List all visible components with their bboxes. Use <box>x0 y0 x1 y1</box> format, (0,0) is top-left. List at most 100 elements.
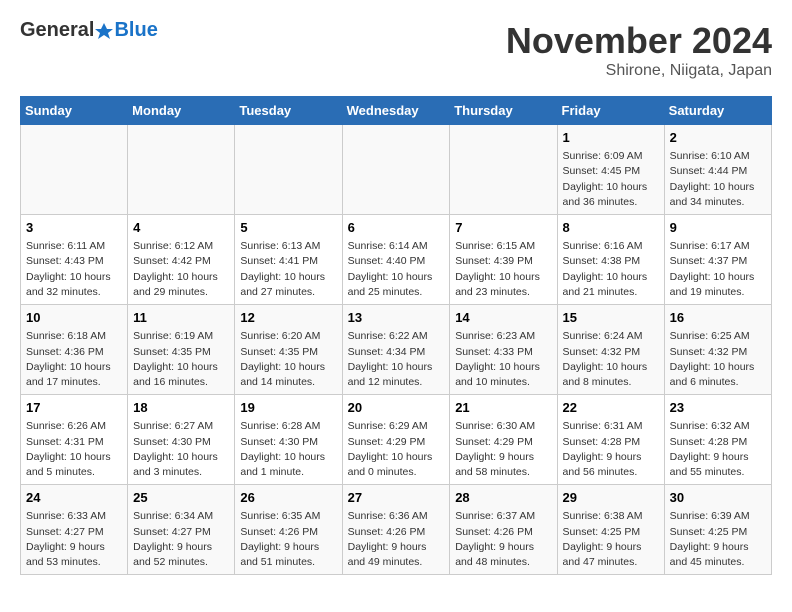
day-number: 8 <box>563 219 659 237</box>
calendar-cell: 12Sunrise: 6:20 AM Sunset: 4:35 PM Dayli… <box>235 305 342 395</box>
header-row: SundayMondayTuesdayWednesdayThursdayFrid… <box>21 97 772 125</box>
calendar-cell: 28Sunrise: 6:37 AM Sunset: 4:26 PM Dayli… <box>450 485 557 575</box>
calendar-cell: 4 Sunrise: 6:12 AM Sunset: 4:42 PM Daylig… <box>128 215 235 305</box>
logo-blue: Blue <box>114 19 157 41</box>
day-number: 22 <box>563 399 659 417</box>
day-info: Sunrise: 6:38 AM Sunset: 4:25 PM Dayligh… <box>563 509 659 570</box>
page-title: November 2024 <box>506 20 772 62</box>
day-info: Sunrise: 6:19 AM Sunset: 4:35 PM Dayligh… <box>133 329 229 390</box>
day-info: Sunrise: 6:18 AM Sunset: 4:36 PM Dayligh… <box>26 329 122 390</box>
day-number: 7 <box>455 219 551 237</box>
day-number: 3 <box>26 219 122 237</box>
calendar-cell: 1 Sunrise: 6:09 AM Sunset: 4:45 PM Daylig… <box>557 125 664 215</box>
week-row: 10 Sunrise: 6:18 AM Sunset: 4:36 PM Dayli… <box>21 305 772 395</box>
day-number: 20 <box>348 399 445 417</box>
day-info: Sunrise: 6:25 AM Sunset: 4:32 PM Dayligh… <box>670 329 766 390</box>
day-info: Sunrise: 6:23 AM Sunset: 4:33 PM Dayligh… <box>455 329 551 390</box>
day-number: 29 <box>563 489 659 507</box>
day-header-sunday: Sunday <box>21 97 128 125</box>
day-number: 13 <box>348 309 445 327</box>
week-row: 3 Sunrise: 6:11 AM Sunset: 4:43 PM Daylig… <box>21 215 772 305</box>
page-header: General Blue November 2024 Shirone, Niiga… <box>20 20 772 80</box>
day-number: 11 <box>133 309 229 327</box>
calendar-cell <box>450 125 557 215</box>
logo: General Blue <box>20 20 158 40</box>
day-info: Sunrise: 6:22 AM Sunset: 4:34 PM Dayligh… <box>348 329 445 390</box>
day-number: 6 <box>348 219 445 237</box>
calendar-cell: 20 Sunrise: 6:29 AM Sunset: 4:29 PM Dayli… <box>342 395 450 485</box>
day-info: Sunrise: 6:14 AM Sunset: 4:40 PM Dayligh… <box>348 239 445 300</box>
logo-text: General Blue <box>20 20 158 40</box>
day-header-monday: Monday <box>128 97 235 125</box>
calendar-cell: 29 Sunrise: 6:38 AM Sunset: 4:25 PM Dayli… <box>557 485 664 575</box>
calendar-cell: 2 Sunrise: 6:10 AM Sunset: 4:44 PM Daylig… <box>664 125 771 215</box>
day-header-saturday: Saturday <box>664 97 771 125</box>
day-info: Sunrise: 6:30 AM Sunset: 4:29 PM Dayligh… <box>455 419 551 480</box>
calendar-cell: 11 Sunrise: 6:19 AM Sunset: 4:35 PM Dayli… <box>128 305 235 395</box>
day-info: Sunrise: 6:24 AM Sunset: 4:32 PM Dayligh… <box>563 329 659 390</box>
calendar-table: SundayMondayTuesdayWednesdayThursdayFrid… <box>20 96 772 575</box>
calendar-cell: 17Sunrise: 6:26 AM Sunset: 4:31 PM Dayli… <box>21 395 128 485</box>
calendar-cell: 26Sunrise: 6:35 AM Sunset: 4:26 PM Dayli… <box>235 485 342 575</box>
page-subtitle: Shirone, Niigata, Japan <box>506 62 772 80</box>
day-info: Sunrise: 6:39 AM Sunset: 4:25 PM Dayligh… <box>670 509 766 570</box>
day-number: 26 <box>240 489 336 507</box>
day-number: 2 <box>670 129 766 147</box>
day-info: Sunrise: 6:34 AM Sunset: 4:27 PM Dayligh… <box>133 509 229 570</box>
calendar-cell: 16 Sunrise: 6:25 AM Sunset: 4:32 PM Dayli… <box>664 305 771 395</box>
day-info: Sunrise: 6:27 AM Sunset: 4:30 PM Dayligh… <box>133 419 229 480</box>
calendar-cell: 3 Sunrise: 6:11 AM Sunset: 4:43 PM Daylig… <box>21 215 128 305</box>
calendar-cell: 7Sunrise: 6:15 AM Sunset: 4:39 PM Daylig… <box>450 215 557 305</box>
day-number: 16 <box>670 309 766 327</box>
day-number: 15 <box>563 309 659 327</box>
logo-flag-icon <box>95 22 113 40</box>
calendar-cell: 23 Sunrise: 6:32 AM Sunset: 4:28 PM Dayli… <box>664 395 771 485</box>
title-area: November 2024 Shirone, Niigata, Japan <box>506 20 772 80</box>
day-number: 12 <box>240 309 336 327</box>
day-number: 19 <box>240 399 336 417</box>
day-number: 23 <box>670 399 766 417</box>
calendar-cell: 8Sunrise: 6:16 AM Sunset: 4:38 PM Daylig… <box>557 215 664 305</box>
calendar-cell: 9 Sunrise: 6:17 AM Sunset: 4:37 PM Daylig… <box>664 215 771 305</box>
calendar-cell <box>235 125 342 215</box>
day-number: 17 <box>26 399 122 417</box>
day-number: 1 <box>563 129 659 147</box>
day-number: 10 <box>26 309 122 327</box>
calendar-cell <box>21 125 128 215</box>
day-number: 27 <box>348 489 445 507</box>
day-info: Sunrise: 6:31 AM Sunset: 4:28 PM Dayligh… <box>563 419 659 480</box>
day-number: 21 <box>455 399 551 417</box>
day-number: 4 <box>133 219 229 237</box>
calendar-cell: 14Sunrise: 6:23 AM Sunset: 4:33 PM Dayli… <box>450 305 557 395</box>
day-header-friday: Friday <box>557 97 664 125</box>
logo-general: General <box>20 19 94 41</box>
week-row: 1 Sunrise: 6:09 AM Sunset: 4:45 PM Daylig… <box>21 125 772 215</box>
day-info: Sunrise: 6:09 AM Sunset: 4:45 PM Dayligh… <box>563 149 659 210</box>
day-info: Sunrise: 6:13 AM Sunset: 4:41 PM Dayligh… <box>240 239 336 300</box>
day-info: Sunrise: 6:28 AM Sunset: 4:30 PM Dayligh… <box>240 419 336 480</box>
day-number: 25 <box>133 489 229 507</box>
day-header-thursday: Thursday <box>450 97 557 125</box>
calendar-cell: 5 Sunrise: 6:13 AM Sunset: 4:41 PM Daylig… <box>235 215 342 305</box>
week-row: 17Sunrise: 6:26 AM Sunset: 4:31 PM Dayli… <box>21 395 772 485</box>
calendar-cell: 15 Sunrise: 6:24 AM Sunset: 4:32 PM Dayli… <box>557 305 664 395</box>
day-info: Sunrise: 6:29 AM Sunset: 4:29 PM Dayligh… <box>348 419 445 480</box>
day-info: Sunrise: 6:17 AM Sunset: 4:37 PM Dayligh… <box>670 239 766 300</box>
day-info: Sunrise: 6:37 AM Sunset: 4:26 PM Dayligh… <box>455 509 551 570</box>
day-info: Sunrise: 6:32 AM Sunset: 4:28 PM Dayligh… <box>670 419 766 480</box>
calendar-cell: 22 Sunrise: 6:31 AM Sunset: 4:28 PM Dayli… <box>557 395 664 485</box>
day-header-tuesday: Tuesday <box>235 97 342 125</box>
day-info: Sunrise: 6:10 AM Sunset: 4:44 PM Dayligh… <box>670 149 766 210</box>
calendar-header: SundayMondayTuesdayWednesdayThursdayFrid… <box>21 97 772 125</box>
calendar-cell: 19 Sunrise: 6:28 AM Sunset: 4:30 PM Dayli… <box>235 395 342 485</box>
day-info: Sunrise: 6:12 AM Sunset: 4:42 PM Dayligh… <box>133 239 229 300</box>
calendar-cell: 13 Sunrise: 6:22 AM Sunset: 4:34 PM Dayli… <box>342 305 450 395</box>
calendar-cell: 24Sunrise: 6:33 AM Sunset: 4:27 PM Dayli… <box>21 485 128 575</box>
day-number: 24 <box>26 489 122 507</box>
calendar-cell: 10 Sunrise: 6:18 AM Sunset: 4:36 PM Dayli… <box>21 305 128 395</box>
day-number: 9 <box>670 219 766 237</box>
day-info: Sunrise: 6:11 AM Sunset: 4:43 PM Dayligh… <box>26 239 122 300</box>
calendar-cell: 27Sunrise: 6:36 AM Sunset: 4:26 PM Dayli… <box>342 485 450 575</box>
day-number: 5 <box>240 219 336 237</box>
day-number: 30 <box>670 489 766 507</box>
